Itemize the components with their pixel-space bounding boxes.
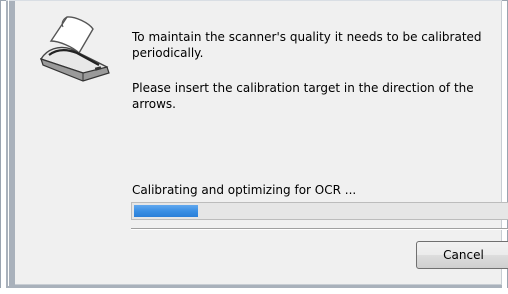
message-insert-target: Please insert the calibration target in … (132, 81, 474, 111)
cancel-button[interactable]: Cancel (416, 241, 508, 269)
message-calibration-needed: To maintain the scanner's quality it nee… (132, 30, 482, 60)
frame-highlight (8, 0, 9, 286)
separator-line (131, 228, 508, 230)
window-bottom-edge (0, 288, 508, 294)
progress-fill (134, 205, 198, 217)
scanner-icon (39, 16, 110, 82)
dialog-frame: To maintain the scanner's quality it nee… (6, 0, 508, 288)
progress-bar (131, 202, 508, 220)
status-label: Calibrating and optimizing for OCR ... (132, 183, 357, 197)
dialog-client-area: To maintain the scanner's quality it nee… (15, 1, 508, 285)
